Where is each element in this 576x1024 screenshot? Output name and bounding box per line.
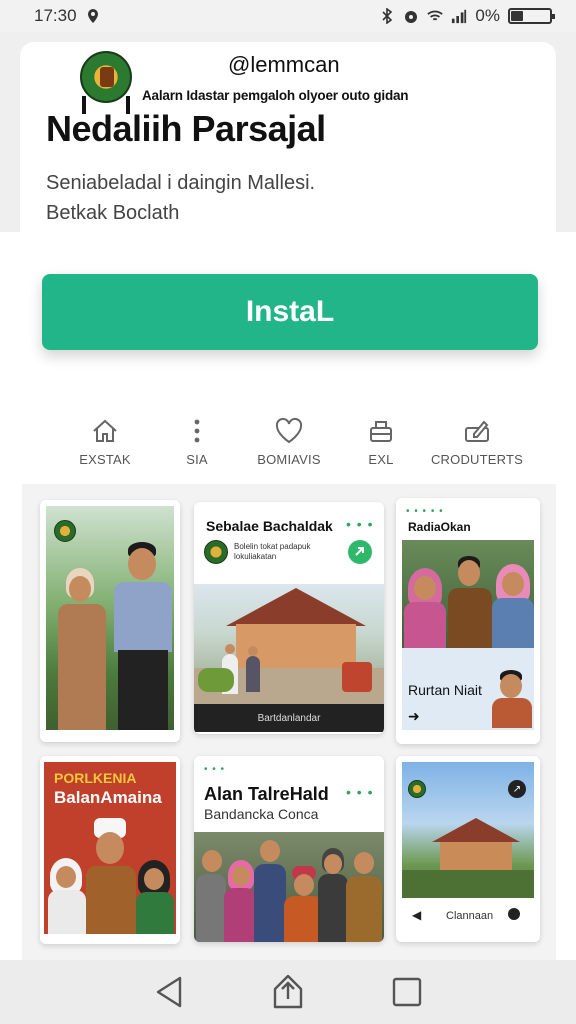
poster-title-line1: PORLKENIA: [54, 770, 137, 786]
card-title: Alan TalreHald: [204, 784, 329, 804]
app-description-line2: Betkak Boclath: [46, 202, 180, 224]
arrow-icon: ➜: [408, 708, 420, 724]
mini-logo-icon: [204, 540, 228, 564]
wifi-icon: [427, 8, 444, 24]
mini-logo-icon: [408, 780, 426, 798]
card-subtitle: Rurtan Niait: [408, 682, 482, 698]
bluetooth-icon: [379, 8, 395, 24]
category-label: CRODUTERTS: [430, 452, 524, 467]
home-icon: [93, 419, 117, 442]
battery-text: 0%: [475, 6, 500, 25]
install-button[interactable]: InstaL: [42, 274, 538, 350]
share-button[interactable]: [348, 540, 372, 564]
inbox-icon: [370, 421, 392, 442]
app-description: Seniabeladal i daingin Mallesi. Betkak B…: [46, 168, 315, 228]
photo-family: [402, 540, 534, 648]
card-subtitle: Bandancka Conca: [204, 806, 319, 822]
card-caption: Clannaan: [446, 910, 494, 922]
dots-icon: • • •: [204, 764, 226, 775]
back-icon[interactable]: [149, 972, 189, 1012]
category-croduterts[interactable]: CRODUTERTS: [422, 416, 532, 467]
category-nav: EXSTAK SIA BOMIAVIS EXL CRODUTERTS: [50, 416, 550, 476]
alarm-icon: [403, 8, 419, 24]
app-logo: [68, 48, 144, 114]
edit-icon: [465, 420, 489, 442]
screenshot-card-2[interactable]: Sebalae Bachaldak • • • Bolelin tokat pa…: [194, 502, 384, 734]
dots-icon: • • •: [346, 784, 374, 800]
screenshot-card-4[interactable]: PORLKENIA BalanAmaina: [40, 756, 180, 944]
photo-poster: PORLKENIA BalanAmaina: [44, 762, 176, 934]
status-bar: 17:30 0%: [0, 0, 576, 32]
dot-icon: [508, 908, 520, 920]
screenshot-card-5[interactable]: • • • Alan TalreHald • • • Bandancka Con…: [194, 756, 384, 942]
poster-title-line2: BalanAmaina: [54, 788, 162, 807]
photo-couple: [46, 506, 174, 730]
figure-man: [488, 668, 532, 728]
app-header-card: @lemmcan Aalarn Idastar pemgaloh olyoer …: [20, 42, 556, 242]
screenshot-card-3[interactable]: • • • • • RadiaOkan Rurtan Niait ➜: [396, 498, 540, 744]
card-title: RadiaOkan: [408, 520, 471, 534]
arrow-up-right-icon: [355, 547, 364, 556]
figure-man: [98, 536, 174, 730]
mini-logo-icon: [54, 520, 76, 542]
card-subtitle: Bolelin tokat padapuk lokuliakatan: [234, 542, 311, 561]
system-nav-bar: [0, 960, 576, 1024]
battery-icon: [508, 8, 555, 24]
heart-icon: [275, 417, 303, 444]
category-label: BOMIAVIS: [257, 452, 321, 467]
dots-icon: • • • • •: [406, 506, 444, 517]
back-arrow-icon: ◀: [412, 908, 422, 922]
screenshot-card-6[interactable]: ↗ ◀ Clannaan: [396, 756, 540, 942]
home-icon[interactable]: [268, 972, 308, 1012]
recents-icon[interactable]: [387, 972, 427, 1012]
app-tagline: Aalarn Idastar pemgaloh olyoer outo gida…: [142, 88, 409, 103]
app-title: Nedaliih Parsajal: [46, 108, 326, 149]
photo-house-small: ↗: [402, 762, 534, 898]
photo-house: [194, 584, 384, 704]
category-exl[interactable]: EXL: [326, 416, 436, 467]
more-vertical-icon: [194, 419, 200, 443]
category-label: EXL: [368, 452, 394, 467]
card-title: Sebalae Bachaldak: [206, 518, 333, 534]
arrow-up-right-icon[interactable]: ↗: [508, 780, 526, 798]
location-icon: [85, 8, 101, 24]
status-time: 17:30: [34, 6, 77, 25]
card-caption: Bartdanlandar: [194, 704, 384, 732]
category-label: SIA: [186, 452, 208, 467]
category-label: EXSTAK: [79, 452, 131, 467]
screenshot-card-1[interactable]: [40, 500, 180, 742]
signal-icon: [451, 8, 467, 24]
dots-icon: • • •: [346, 516, 374, 532]
photo-group: [194, 832, 384, 942]
app-handle: @lemmcan: [228, 52, 340, 77]
app-description-line1: Seniabeladal i daingin Mallesi.: [46, 172, 316, 194]
